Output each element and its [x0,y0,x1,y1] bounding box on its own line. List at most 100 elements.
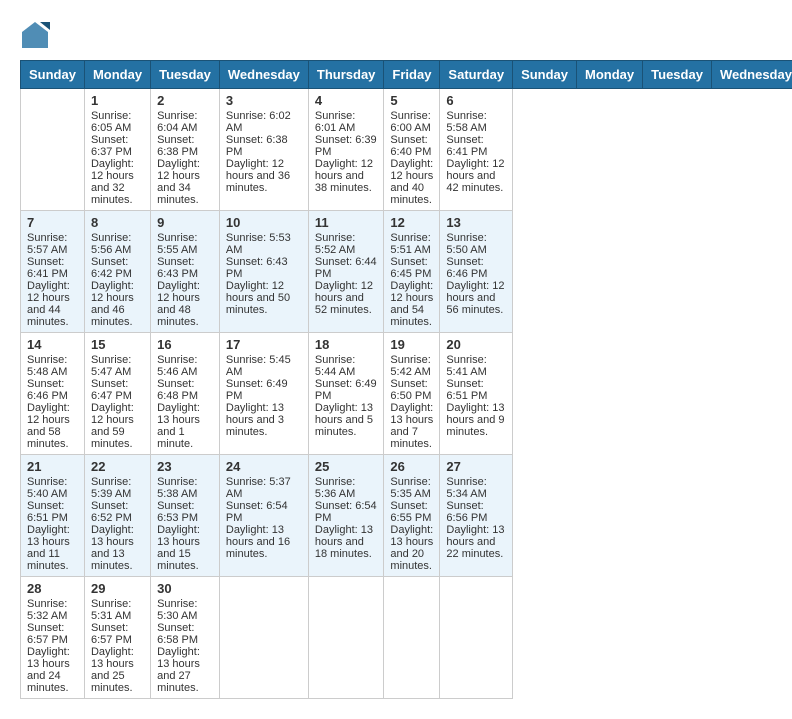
calendar-cell: 5Sunrise: 6:00 AMSunset: 6:40 PMDaylight… [384,89,440,211]
day-number: 30 [157,581,213,596]
calendar-cell: 30Sunrise: 5:30 AMSunset: 6:58 PMDayligh… [151,577,220,699]
week-row-4: 21Sunrise: 5:40 AMSunset: 6:51 PMDayligh… [21,455,792,577]
day-number: 5 [390,93,433,108]
sunset-text: Sunset: 6:50 PM [390,378,433,402]
calendar-cell: 7Sunrise: 5:57 AMSunset: 6:41 PMDaylight… [21,211,85,333]
daylight-text: Daylight: 13 hours and 7 minutes. [390,402,433,450]
sunset-text: Sunset: 6:44 PM [315,256,378,280]
sunset-text: Sunset: 6:54 PM [315,500,378,524]
daylight-text: Daylight: 12 hours and 52 minutes. [315,280,378,316]
sunrise-text: Sunrise: 5:39 AM [91,476,144,500]
sunset-text: Sunset: 6:41 PM [446,134,506,158]
week-row-5: 28Sunrise: 5:32 AMSunset: 6:57 PMDayligh… [21,577,792,699]
calendar-cell [308,577,384,699]
calendar-cell: 18Sunrise: 5:44 AMSunset: 6:49 PMDayligh… [308,333,384,455]
sunrise-text: Sunrise: 5:52 AM [315,232,378,256]
daylight-text: Daylight: 12 hours and 48 minutes. [157,280,213,328]
header-day-monday: Monday [577,61,643,89]
daylight-text: Daylight: 13 hours and 3 minutes. [226,402,302,438]
sunrise-text: Sunrise: 6:02 AM [226,110,302,134]
sunrise-text: Sunrise: 5:38 AM [157,476,213,500]
day-number: 7 [27,215,78,230]
sunset-text: Sunset: 6:38 PM [226,134,302,158]
header-day-wednesday: Wednesday [219,61,308,89]
daylight-text: Daylight: 12 hours and 38 minutes. [315,158,378,194]
sunrise-text: Sunrise: 5:50 AM [446,232,506,256]
day-number: 16 [157,337,213,352]
sunset-text: Sunset: 6:56 PM [446,500,506,524]
calendar-cell: 4Sunrise: 6:01 AMSunset: 6:39 PMDaylight… [308,89,384,211]
daylight-text: Daylight: 13 hours and 16 minutes. [226,524,302,560]
day-number: 26 [390,459,433,474]
header-day-sunday: Sunday [21,61,85,89]
day-number: 25 [315,459,378,474]
sunrise-text: Sunrise: 5:32 AM [27,598,78,622]
week-row-2: 7 Sunrise: 5:57 AMSunset: 6:41 PM Daylight… [21,211,792,333]
calendar-table: SundayMondayTuesdayWednesdayThursdayFrid… [20,60,792,699]
calendar-cell: 27Sunrise: 5:34 AMSunset: 6:56 PMDayligh… [440,455,513,577]
day-number: 13 [446,215,506,230]
header-day-tuesday: Tuesday [151,61,220,89]
day-number: 23 [157,459,213,474]
calendar-cell: 29Sunrise: 5:31 AMSunset: 6:57 PMDayligh… [84,577,150,699]
daylight-text: Daylight: 12 hours and 34 minutes. [157,158,213,206]
calendar-cell: 16Sunrise: 5:46 AMSunset: 6:48 PMDayligh… [151,333,220,455]
daylight-text: Daylight: 13 hours and 13 minutes. [91,524,144,572]
day-number: 22 [91,459,144,474]
day-number: 9 [157,215,213,230]
daylight-text: Daylight: 12 hours and 40 minutes. [390,158,433,206]
logo [20,20,54,50]
sunset-text: Sunset: 6:40 PM [390,134,433,158]
daylight-text: Daylight: 13 hours and 25 minutes. [91,646,144,694]
sunset-text: Sunset: 6:54 PM [226,500,302,524]
page-header [20,20,772,50]
sunrise-text: Sunrise: 5:56 AM [91,232,144,256]
sunset-text: Sunset: 6:46 PM [27,378,78,402]
daylight-text: Daylight: 12 hours and 46 minutes. [91,280,144,328]
calendar-cell [219,577,308,699]
daylight-text: Daylight: 13 hours and 27 minutes. [157,646,213,694]
daylight-text: Daylight: 13 hours and 22 minutes. [446,524,506,560]
calendar-cell: 21Sunrise: 5:40 AMSunset: 6:51 PMDayligh… [21,455,85,577]
header-day-wednesday: Wednesday [711,61,792,89]
calendar-cell: 12Sunrise: 5:51 AMSunset: 6:45 PMDayligh… [384,211,440,333]
daylight-text: Daylight: 13 hours and 1 minute. [157,402,213,450]
header-row: SundayMondayTuesdayWednesdayThursdayFrid… [21,61,792,89]
week-row-3: 14Sunrise: 5:48 AMSunset: 6:46 PMDayligh… [21,333,792,455]
calendar-cell: 22Sunrise: 5:39 AMSunset: 6:52 PMDayligh… [84,455,150,577]
sunset-text: Sunset: 6:48 PM [157,378,213,402]
daylight-text: Daylight: 12 hours and 56 minutes. [446,280,506,316]
calendar-cell [21,89,85,211]
sunset-text: Sunset: 6:42 PM [91,256,144,280]
calendar-cell: 6Sunrise: 5:58 AMSunset: 6:41 PMDaylight… [440,89,513,211]
day-number: 6 [446,93,506,108]
day-number: 12 [390,215,433,230]
sunset-text: Sunset: 6:43 PM [226,256,302,280]
calendar-cell: 9Sunrise: 5:55 AMSunset: 6:43 PMDaylight… [151,211,220,333]
calendar-cell [384,577,440,699]
sunset-text: Sunset: 6:46 PM [446,256,506,280]
sunrise-text: Sunrise: 5:45 AM [226,354,302,378]
logo-icon [20,20,50,50]
sunset-text: Sunset: 6:58 PM [157,622,213,646]
day-number: 11 [315,215,378,230]
calendar-cell: 15Sunrise: 5:47 AMSunset: 6:47 PMDayligh… [84,333,150,455]
sunset-text: Sunset: 6:49 PM [315,378,378,402]
sunrise-text: Sunrise: 5:57 AM [27,232,78,256]
daylight-text: Daylight: 13 hours and 20 minutes. [390,524,433,572]
daylight-text: Daylight: 12 hours and 58 minutes. [27,402,78,450]
sunset-text: Sunset: 6:47 PM [91,378,144,402]
calendar-cell: 28Sunrise: 5:32 AMSunset: 6:57 PMDayligh… [21,577,85,699]
daylight-text: Daylight: 13 hours and 5 minutes. [315,402,378,438]
daylight-text: Daylight: 13 hours and 11 minutes. [27,524,78,572]
daylight-text: Daylight: 13 hours and 18 minutes. [315,524,378,560]
sunset-text: Sunset: 6:43 PM [157,256,213,280]
sunrise-text: Sunrise: 5:42 AM [390,354,433,378]
sunrise-text: Sunrise: 5:37 AM [226,476,302,500]
sunrise-text: Sunrise: 5:40 AM [27,476,78,500]
sunset-text: Sunset: 6:41 PM [27,256,78,280]
daylight-text: Daylight: 12 hours and 36 minutes. [226,158,302,194]
day-number: 1 [91,93,144,108]
calendar-cell: 20Sunrise: 5:41 AMSunset: 6:51 PMDayligh… [440,333,513,455]
sunrise-text: Sunrise: 6:01 AM [315,110,378,134]
